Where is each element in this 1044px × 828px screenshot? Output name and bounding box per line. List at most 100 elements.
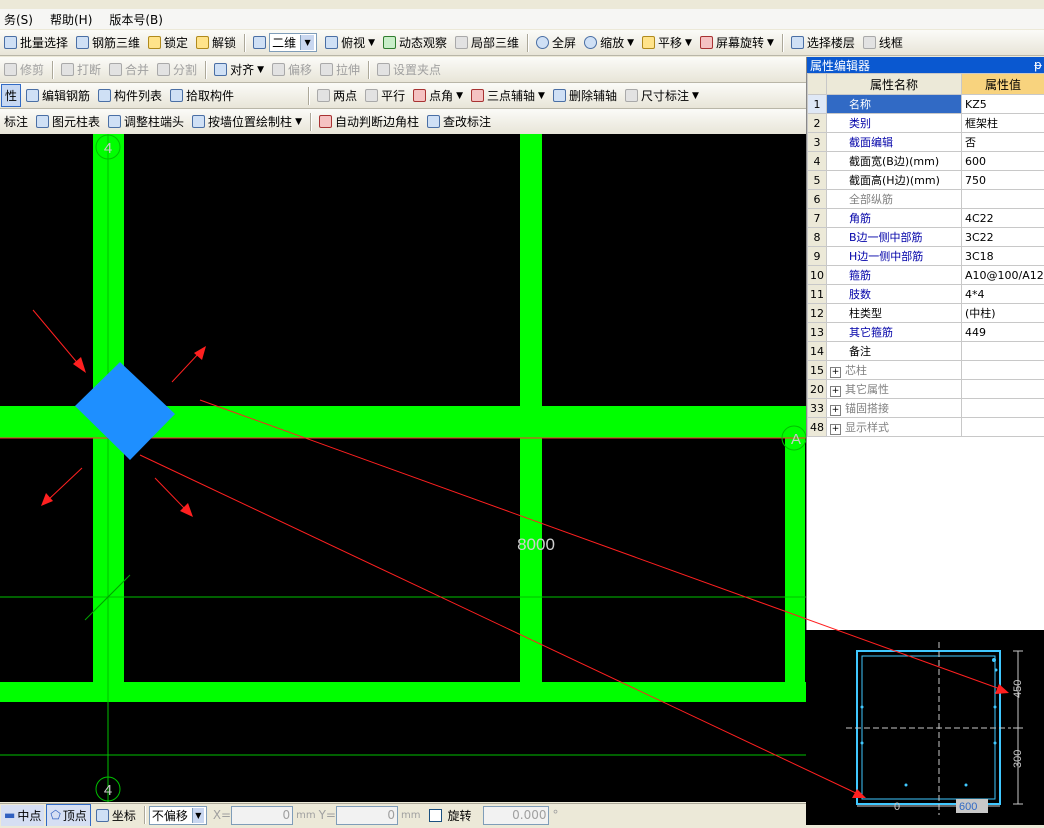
set-grip-button[interactable]: 设置夹点 [374,59,444,80]
row-number: 7 [808,209,827,228]
view-mode-select[interactable]: 二维▼ [250,32,320,53]
property-value[interactable]: (中柱) [962,304,1044,323]
fullscreen-button[interactable]: 全屏 [533,32,579,53]
local-3d-button[interactable]: 局部三维 [452,32,522,53]
break-button[interactable]: 打断 [58,59,104,80]
rotate-input[interactable]: 0.000 [483,806,549,825]
property-value[interactable] [962,361,1044,380]
expand-icon[interactable]: + [830,367,841,378]
property-value[interactable] [962,399,1044,418]
dynamic-observe-button[interactable]: 动态观察 [380,32,450,53]
properties-button[interactable]: 性 [1,84,21,107]
check-annotation-button[interactable]: 查改标注 [424,111,494,132]
menu-item-service[interactable]: 务(S) [1,9,36,29]
column-table-button[interactable]: 图元柱表 [33,111,103,132]
batch-select-button[interactable]: 批量选择 [1,32,71,53]
plane-icon [253,36,266,49]
property-value[interactable]: 4C22 [962,209,1044,228]
merge-button[interactable]: 合并 [106,59,152,80]
snap-vertex-toggle[interactable]: ⬠顶点 [46,804,90,827]
three-point-axis-button[interactable]: 三点辅轴▼ [468,85,548,106]
beam-horizontal-bottom[interactable] [0,682,806,702]
expand-icon[interactable]: + [830,424,841,435]
zoom-button[interactable]: 缩放▼ [581,32,637,53]
property-row[interactable]: 4截面宽(B边)(mm)600 [808,152,1044,171]
property-value[interactable]: A10@100/A12@200 [962,266,1044,285]
property-row[interactable]: 20+其它属性 [808,380,1044,399]
beam-vertical-right[interactable] [785,438,805,702]
property-row[interactable]: 11肢数4*4 [808,285,1044,304]
edit-rebar-button[interactable]: 编辑钢筋 [23,85,93,106]
property-row[interactable]: 6全部纵筋 [808,190,1044,209]
property-value[interactable] [962,190,1044,209]
pin-icon[interactable]: ᵽ [1034,58,1042,72]
property-value[interactable]: KZ5 [962,95,1044,114]
select-floor-button[interactable]: 选择楼层 [788,32,858,53]
trim-button[interactable]: 修剪 [1,59,47,80]
property-value[interactable]: 4*4 [962,285,1044,304]
property-row[interactable]: 10箍筋A10@100/A12@200 [808,266,1044,285]
property-value[interactable] [962,380,1044,399]
offset-button[interactable]: 偏移 [269,59,315,80]
menu-item-help[interactable]: 帮助(H) [47,9,95,29]
draw-by-wall-button[interactable]: 按墙位置绘制柱▼ [189,111,305,132]
rebar-3d-button[interactable]: 钢筋三维 [73,32,143,53]
property-value[interactable]: 3C22 [962,228,1044,247]
annotate-button[interactable]: 标注 [1,111,31,132]
align-button[interactable]: 对齐▼ [211,59,267,80]
property-row[interactable]: 12柱类型(中柱) [808,304,1044,323]
expand-icon[interactable]: + [830,386,841,397]
pan-button[interactable]: 平移▼ [639,32,695,53]
property-row[interactable]: 15+芯柱 [808,361,1044,380]
stretch-button[interactable]: 拉伸 [317,59,363,80]
property-value[interactable]: 750 [962,171,1044,190]
offset-select[interactable]: 不偏移▼ [149,806,207,825]
property-row[interactable]: 33+锚固搭接 [808,399,1044,418]
property-value[interactable]: 否 [962,133,1044,152]
wireframe-button[interactable]: 线框 [860,32,906,53]
toolbar-component: 性 编辑钢筋 构件列表 拾取构件 两点 平行 点角▼ 三点辅轴▼ 删除辅轴 尺寸… [0,83,806,109]
property-value[interactable]: 449 [962,323,1044,342]
property-row[interactable]: 2类别框架柱 [808,114,1044,133]
property-row[interactable]: 8B边一侧中部筋3C22 [808,228,1044,247]
two-point-axis-button[interactable]: 两点 [314,85,360,106]
selected-column[interactable] [75,362,175,460]
x-input[interactable]: 0 [231,806,293,825]
snap-coordinate-toggle[interactable]: 坐标 [93,805,139,826]
property-row[interactable]: 5截面高(H边)(mm)750 [808,171,1044,190]
point-angle-button[interactable]: 点角▼ [410,85,466,106]
property-value[interactable]: 3C18 [962,247,1044,266]
split-button[interactable]: 分割 [154,59,200,80]
row-number: 1 [808,95,827,114]
property-row[interactable]: 48+显示样式 [808,418,1044,437]
auto-corner-column-button[interactable]: 自动判断边角柱 [316,111,422,132]
lock-button[interactable]: 锁定 [145,32,191,53]
property-value[interactable]: 600 [962,152,1044,171]
adjust-column-end-button[interactable]: 调整柱端头 [105,111,187,132]
property-value[interactable] [962,342,1044,361]
property-value[interactable]: 框架柱 [962,114,1044,133]
pick-component-button[interactable]: 拾取构件 [167,85,237,106]
unlock-button[interactable]: 解锁 [193,32,239,53]
menu-item-version[interactable]: 版本号(B) [106,9,166,29]
property-value[interactable] [962,418,1044,437]
delete-axis-button[interactable]: 删除辅轴 [550,85,620,106]
property-row[interactable]: 1名称KZ5 [808,95,1044,114]
component-list-button[interactable]: 构件列表 [95,85,165,106]
screen-rotate-button[interactable]: 屏幕旋转▼ [697,32,777,53]
snap-midpoint-toggle[interactable]: ▬中点 [1,805,44,826]
property-row[interactable]: 3截面编辑否 [808,133,1044,152]
property-row[interactable]: 13其它箍筋449 [808,323,1044,342]
y-input[interactable]: 0 [336,806,398,825]
dim-bottom-right[interactable]: 600 [959,801,977,813]
property-row[interactable]: 9H边一侧中部筋3C18 [808,247,1044,266]
parallel-axis-button[interactable]: 平行 [362,85,408,106]
drawing-canvas[interactable]: 4 4 A 8000 [0,134,806,802]
chevron-down-icon: ▼ [538,91,545,101]
view-direction-button[interactable]: 俯视▼ [322,32,378,53]
property-row[interactable]: 14备注 [808,342,1044,361]
expand-icon[interactable]: + [830,405,841,416]
rotate-checkbox[interactable] [429,809,442,822]
property-row[interactable]: 7角筋4C22 [808,209,1044,228]
dimension-button[interactable]: 尺寸标注▼ [622,85,702,106]
